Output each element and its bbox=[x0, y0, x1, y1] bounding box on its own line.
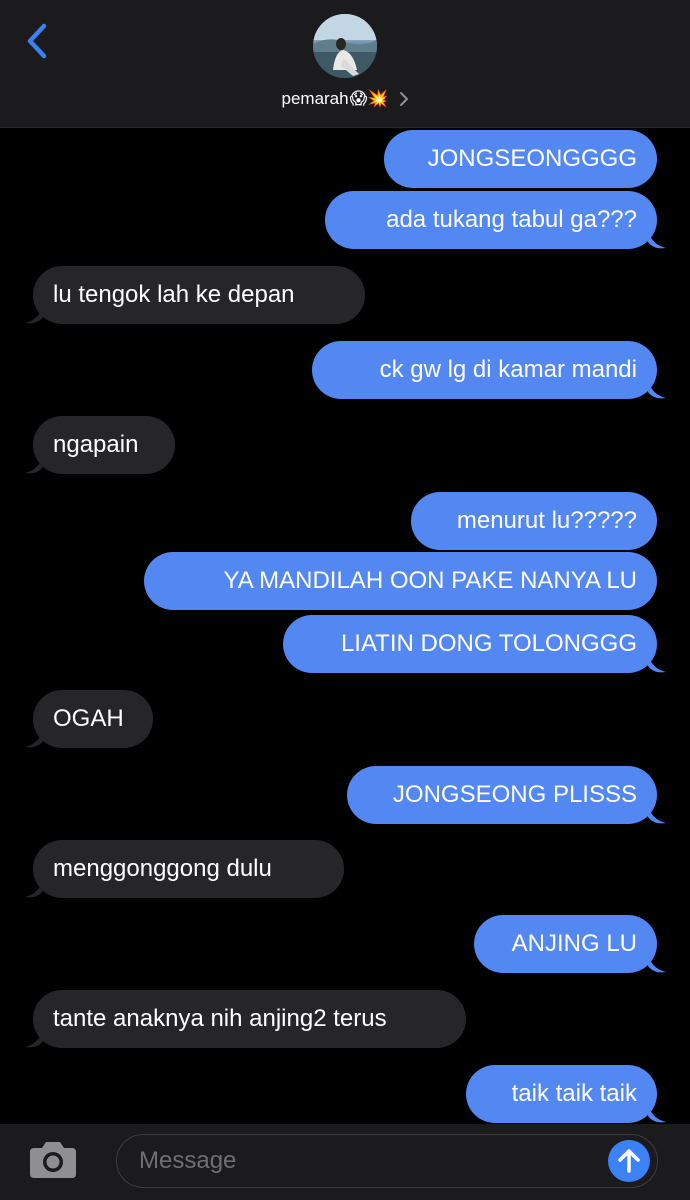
message-outgoing[interactable]: ada tukang tabul ga??? bbox=[325, 191, 657, 249]
bubble-tail bbox=[25, 453, 43, 474]
back-button[interactable] bbox=[22, 20, 58, 64]
message-outgoing[interactable]: JONGSEONG PLISSS bbox=[347, 766, 657, 824]
message-incoming[interactable]: OGAH bbox=[33, 690, 153, 748]
message-incoming[interactable]: ngapain bbox=[33, 416, 175, 474]
contact-avatar[interactable] bbox=[313, 14, 377, 78]
chevron-right-icon bbox=[399, 92, 408, 106]
contact-name-row[interactable]: pemarah 😱💥 bbox=[0, 86, 690, 112]
message-text: menurut lu????? bbox=[456, 507, 637, 534]
message-incoming[interactable]: lu tengok lah ke depan bbox=[33, 266, 365, 324]
message-outgoing[interactable]: LIATIN DONG TOLONGGG bbox=[283, 615, 657, 673]
message-thread[interactable]: JONGSEONGGGG ada tukang tabul ga??? lu t… bbox=[0, 128, 690, 1124]
message-text: ngapain bbox=[53, 431, 139, 458]
contact-name: pemarah bbox=[281, 89, 349, 108]
message-incoming[interactable]: tante anaknya nih anjing2 terus bbox=[33, 990, 466, 1048]
message-text: ck gw lg di kamar mandi bbox=[379, 356, 637, 383]
message-text: JONGSEONG PLISSS bbox=[392, 781, 637, 808]
bubble-tail bbox=[648, 652, 666, 673]
compose-bar bbox=[0, 1124, 690, 1200]
bubble-tail bbox=[648, 228, 666, 249]
message-outgoing[interactable]: JONGSEONGGGG bbox=[384, 130, 657, 188]
message-outgoing[interactable]: taik taik taik bbox=[466, 1065, 657, 1123]
message-text: ANJING LU bbox=[511, 930, 637, 957]
message-outgoing[interactable]: menurut lu????? bbox=[411, 492, 657, 550]
bubble-tail bbox=[25, 303, 43, 324]
message-text: OGAH bbox=[53, 705, 124, 732]
contact-emoji: 😱💥 bbox=[349, 89, 389, 108]
bubble-tail bbox=[25, 727, 43, 748]
conversation-header: pemarah 😱💥 bbox=[0, 0, 690, 128]
message-text: LIATIN DONG TOLONGGG bbox=[340, 630, 637, 657]
bubble-tail bbox=[25, 877, 43, 898]
message-text: YA MANDILAH OON PAKE NANYA LU bbox=[223, 567, 637, 594]
bubble-tail bbox=[648, 803, 666, 824]
bubble-tail bbox=[25, 1027, 43, 1048]
profile-photo bbox=[313, 14, 377, 78]
message-text: taik taik taik bbox=[511, 1080, 637, 1107]
camera-button[interactable] bbox=[24, 1136, 82, 1182]
message-outgoing[interactable]: YA MANDILAH OON PAKE NANYA LU bbox=[144, 552, 657, 610]
bubble-tail bbox=[648, 1102, 666, 1123]
bubble-tail bbox=[648, 952, 666, 973]
message-text: ada tukang tabul ga??? bbox=[386, 206, 637, 233]
send-button[interactable] bbox=[608, 1140, 650, 1182]
message-field[interactable] bbox=[116, 1134, 658, 1188]
message-input[interactable] bbox=[139, 1135, 599, 1186]
message-text: lu tengok lah ke depan bbox=[53, 281, 295, 308]
message-incoming[interactable]: menggonggong dulu bbox=[33, 840, 344, 898]
chevron-left-icon bbox=[27, 23, 47, 59]
message-outgoing[interactable]: ANJING LU bbox=[474, 915, 657, 973]
arrow-up-icon bbox=[618, 1149, 640, 1173]
message-outgoing[interactable]: ck gw lg di kamar mandi bbox=[312, 341, 657, 399]
camera-icon bbox=[30, 1142, 76, 1178]
message-text: menggonggong dulu bbox=[53, 855, 272, 882]
bubble-tail bbox=[648, 378, 666, 399]
message-text: tante anaknya nih anjing2 terus bbox=[53, 1005, 387, 1032]
message-text: JONGSEONGGGG bbox=[427, 145, 637, 172]
